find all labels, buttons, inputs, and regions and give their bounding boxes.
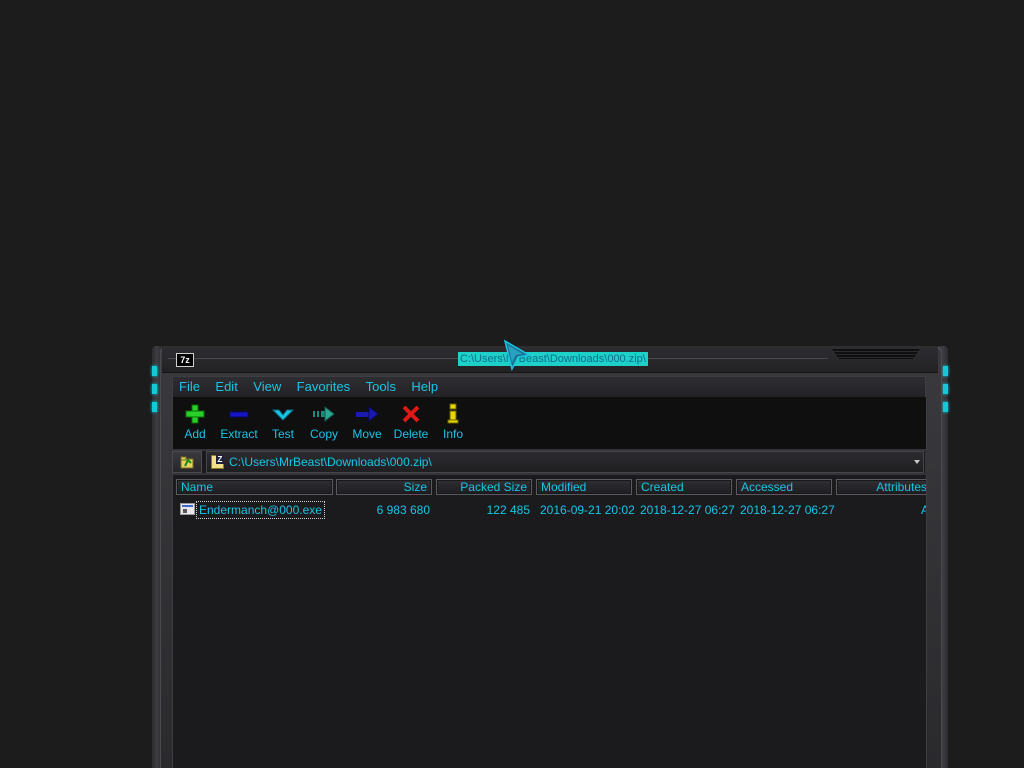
- app-logo-icon[interactable]: 7z: [176, 353, 194, 367]
- info-label: Info: [442, 427, 463, 441]
- right-accent-notch: [943, 402, 948, 412]
- column-header-modified[interactable]: Modified: [536, 479, 632, 495]
- title-bar-decoration: [832, 349, 920, 359]
- archive-window: 7z C:\Users\MrBeast\Downloads\000.zip\ F…: [152, 342, 948, 768]
- file-packed-size: 122 485: [486, 503, 530, 517]
- left-accent-notch: [152, 384, 157, 394]
- mouse-cursor-icon: [503, 339, 532, 372]
- toolbar: Add Extract Test Copy Move Delete Info: [172, 397, 927, 449]
- add-label: Add: [184, 427, 206, 441]
- info-icon: [437, 401, 469, 427]
- menu-favorites[interactable]: Favorites: [292, 377, 355, 397]
- test-icon: [265, 401, 301, 427]
- add-button[interactable]: Add: [177, 401, 213, 445]
- test-label: Test: [271, 427, 294, 441]
- test-button[interactable]: Test: [265, 401, 301, 445]
- table-row[interactable]: Endermanch@000.exe 6 983 680 122 485 201…: [173, 501, 926, 519]
- file-modified: 2016-09-21 20:02: [540, 503, 635, 517]
- column-header-packed-size[interactable]: Packed Size: [436, 479, 532, 495]
- column-header-created[interactable]: Created: [636, 479, 732, 495]
- delete-button[interactable]: Delete: [389, 401, 433, 445]
- right-accent-notch: [943, 366, 948, 376]
- add-icon: [177, 401, 213, 427]
- title-bar[interactable]: 7z C:\Users\MrBeast\Downloads\000.zip\: [162, 346, 938, 373]
- column-header-accessed[interactable]: Accessed: [736, 479, 832, 495]
- chevron-down-icon[interactable]: [914, 460, 920, 464]
- extract-button[interactable]: Extract: [217, 401, 261, 445]
- window-title: C:\Users\MrBeast\Downloads\000.zip\: [458, 352, 648, 366]
- left-accent-notch: [152, 366, 157, 376]
- menu-tools[interactable]: Tools: [361, 377, 401, 397]
- parent-folder-button[interactable]: [172, 451, 202, 473]
- menu-view[interactable]: View: [248, 377, 286, 397]
- menu-edit[interactable]: Edit: [210, 377, 242, 397]
- menu-file[interactable]: File: [174, 377, 205, 397]
- column-header-size[interactable]: Size: [336, 479, 432, 495]
- path-input[interactable]: C:\Users\MrBeast\Downloads\000.zip\: [206, 451, 924, 473]
- folder-up-icon: [180, 456, 194, 469]
- file-created: 2018-12-27 06:27: [640, 503, 735, 517]
- executable-file-icon: [180, 503, 195, 515]
- info-button[interactable]: Info: [437, 401, 469, 445]
- move-icon: [347, 401, 387, 427]
- extract-label: Extract: [220, 427, 258, 441]
- address-bar: C:\Users\MrBeast\Downloads\000.zip\: [172, 451, 925, 473]
- file-list[interactable]: Name Size Packed Size Modified Created A…: [172, 475, 927, 768]
- desktop: 7z C:\Users\MrBeast\Downloads\000.zip\ F…: [0, 0, 1024, 768]
- menu-bar: File Edit View Favorites Tools Help: [172, 376, 926, 398]
- copy-icon: [305, 401, 343, 427]
- right-accent-notch: [943, 384, 948, 394]
- file-size: 6 983 680: [376, 503, 430, 517]
- delete-label: Delete: [393, 427, 429, 441]
- copy-button[interactable]: Copy: [305, 401, 343, 445]
- extract-icon: [217, 401, 261, 427]
- file-accessed: 2018-12-27 06:27: [740, 503, 835, 517]
- file-attributes: A: [873, 501, 926, 519]
- path-text: C:\Users\MrBeast\Downloads\000.zip\: [229, 455, 432, 469]
- zip-archive-icon: [211, 455, 224, 469]
- move-label: Move: [352, 427, 382, 441]
- file-name: Endermanch@000.exe: [196, 501, 325, 519]
- column-header-row: Name Size Packed Size Modified Created A…: [173, 477, 926, 497]
- menu-help[interactable]: Help: [406, 377, 443, 397]
- column-header-name[interactable]: Name: [176, 479, 333, 495]
- copy-label: Copy: [309, 427, 338, 441]
- left-accent-notch: [152, 402, 157, 412]
- move-button[interactable]: Move: [347, 401, 387, 445]
- delete-icon: [389, 401, 433, 427]
- column-header-attributes[interactable]: Attributes: [836, 479, 926, 495]
